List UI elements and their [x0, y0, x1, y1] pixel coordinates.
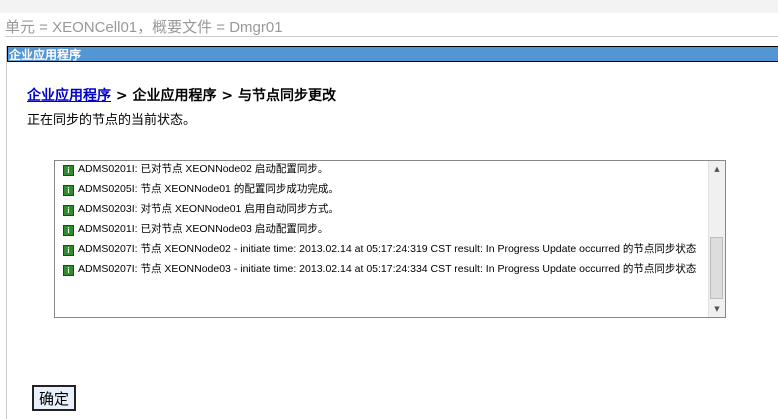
scope-label: 单元 = XEONCell01，概要文件 = Dmgr01 — [5, 19, 283, 36]
scroll-up-arrow-icon[interactable]: ▲ — [709, 161, 725, 177]
breadcrumb-link-applications[interactable]: 企业应用程序 — [27, 88, 111, 104]
log-text: ADMS0201I: 已对节点 XEONNode03 启动配置同步。 — [78, 223, 329, 235]
info-icon: i — [63, 265, 74, 276]
scroll-down-arrow-icon[interactable]: ▼ — [709, 301, 725, 317]
log-text: ADMS0203I: 对节点 XEONNode01 启用自动同步方式。 — [78, 203, 339, 215]
breadcrumb-item: > 企业应用程序 — [111, 88, 217, 104]
info-icon: i — [63, 165, 74, 176]
info-icon: i — [63, 225, 74, 236]
sync-status-log[interactable]: i ADMS0201I: 已对节点 XEONNode02 启动配置同步。 i ADM… — [54, 160, 726, 318]
log-text: ADMS0205I: 节点 XEONNode01 的配置同步成功完成。 — [78, 183, 339, 195]
top-bar — [0, 0, 778, 13]
page-description: 正在同步的节点的当前状态。 — [27, 113, 197, 128]
panel-title: 企业应用程序 — [7, 46, 778, 62]
info-icon: i — [63, 205, 74, 216]
divider — [5, 36, 778, 37]
log-text: ADMS0201I: 已对节点 XEONNode02 启动配置同步。 — [78, 163, 329, 175]
log-entry: i ADMS0207I: 节点 XEONNode02 - initiate tim… — [63, 243, 703, 256]
breadcrumb-current: > 与节点同步更改 — [216, 88, 336, 104]
log-entry: i ADMS0203I: 对节点 XEONNode01 启用自动同步方式。 — [63, 203, 703, 216]
info-icon: i — [63, 245, 74, 256]
log-entry: i ADMS0207I: 节点 XEONNode03 - initiate tim… — [63, 263, 703, 276]
scrollbar-thumb[interactable] — [710, 237, 723, 299]
ok-button[interactable]: 确定 — [32, 385, 77, 411]
log-entry: i ADMS0205I: 节点 XEONNode01 的配置同步成功完成。 — [63, 183, 703, 196]
log-text: ADMS0207I: 节点 XEONNode02 - initiate time… — [78, 243, 697, 255]
breadcrumb: 企业应用程序 > 企业应用程序 > 与节点同步更改 — [27, 85, 336, 105]
vertical-scrollbar[interactable]: ▲ ▼ — [708, 161, 725, 317]
log-text: ADMS0207I: 节点 XEONNode03 - initiate time… — [78, 263, 697, 275]
info-icon: i — [63, 185, 74, 196]
content-panel: 企业应用程序 企业应用程序 > 企业应用程序 > 与节点同步更改 正在同步的节点… — [6, 46, 778, 419]
log-entry: i ADMS0201I: 已对节点 XEONNode02 启动配置同步。 — [63, 163, 703, 176]
log-entry: i ADMS0201I: 已对节点 XEONNode03 启动配置同步。 — [63, 223, 703, 236]
